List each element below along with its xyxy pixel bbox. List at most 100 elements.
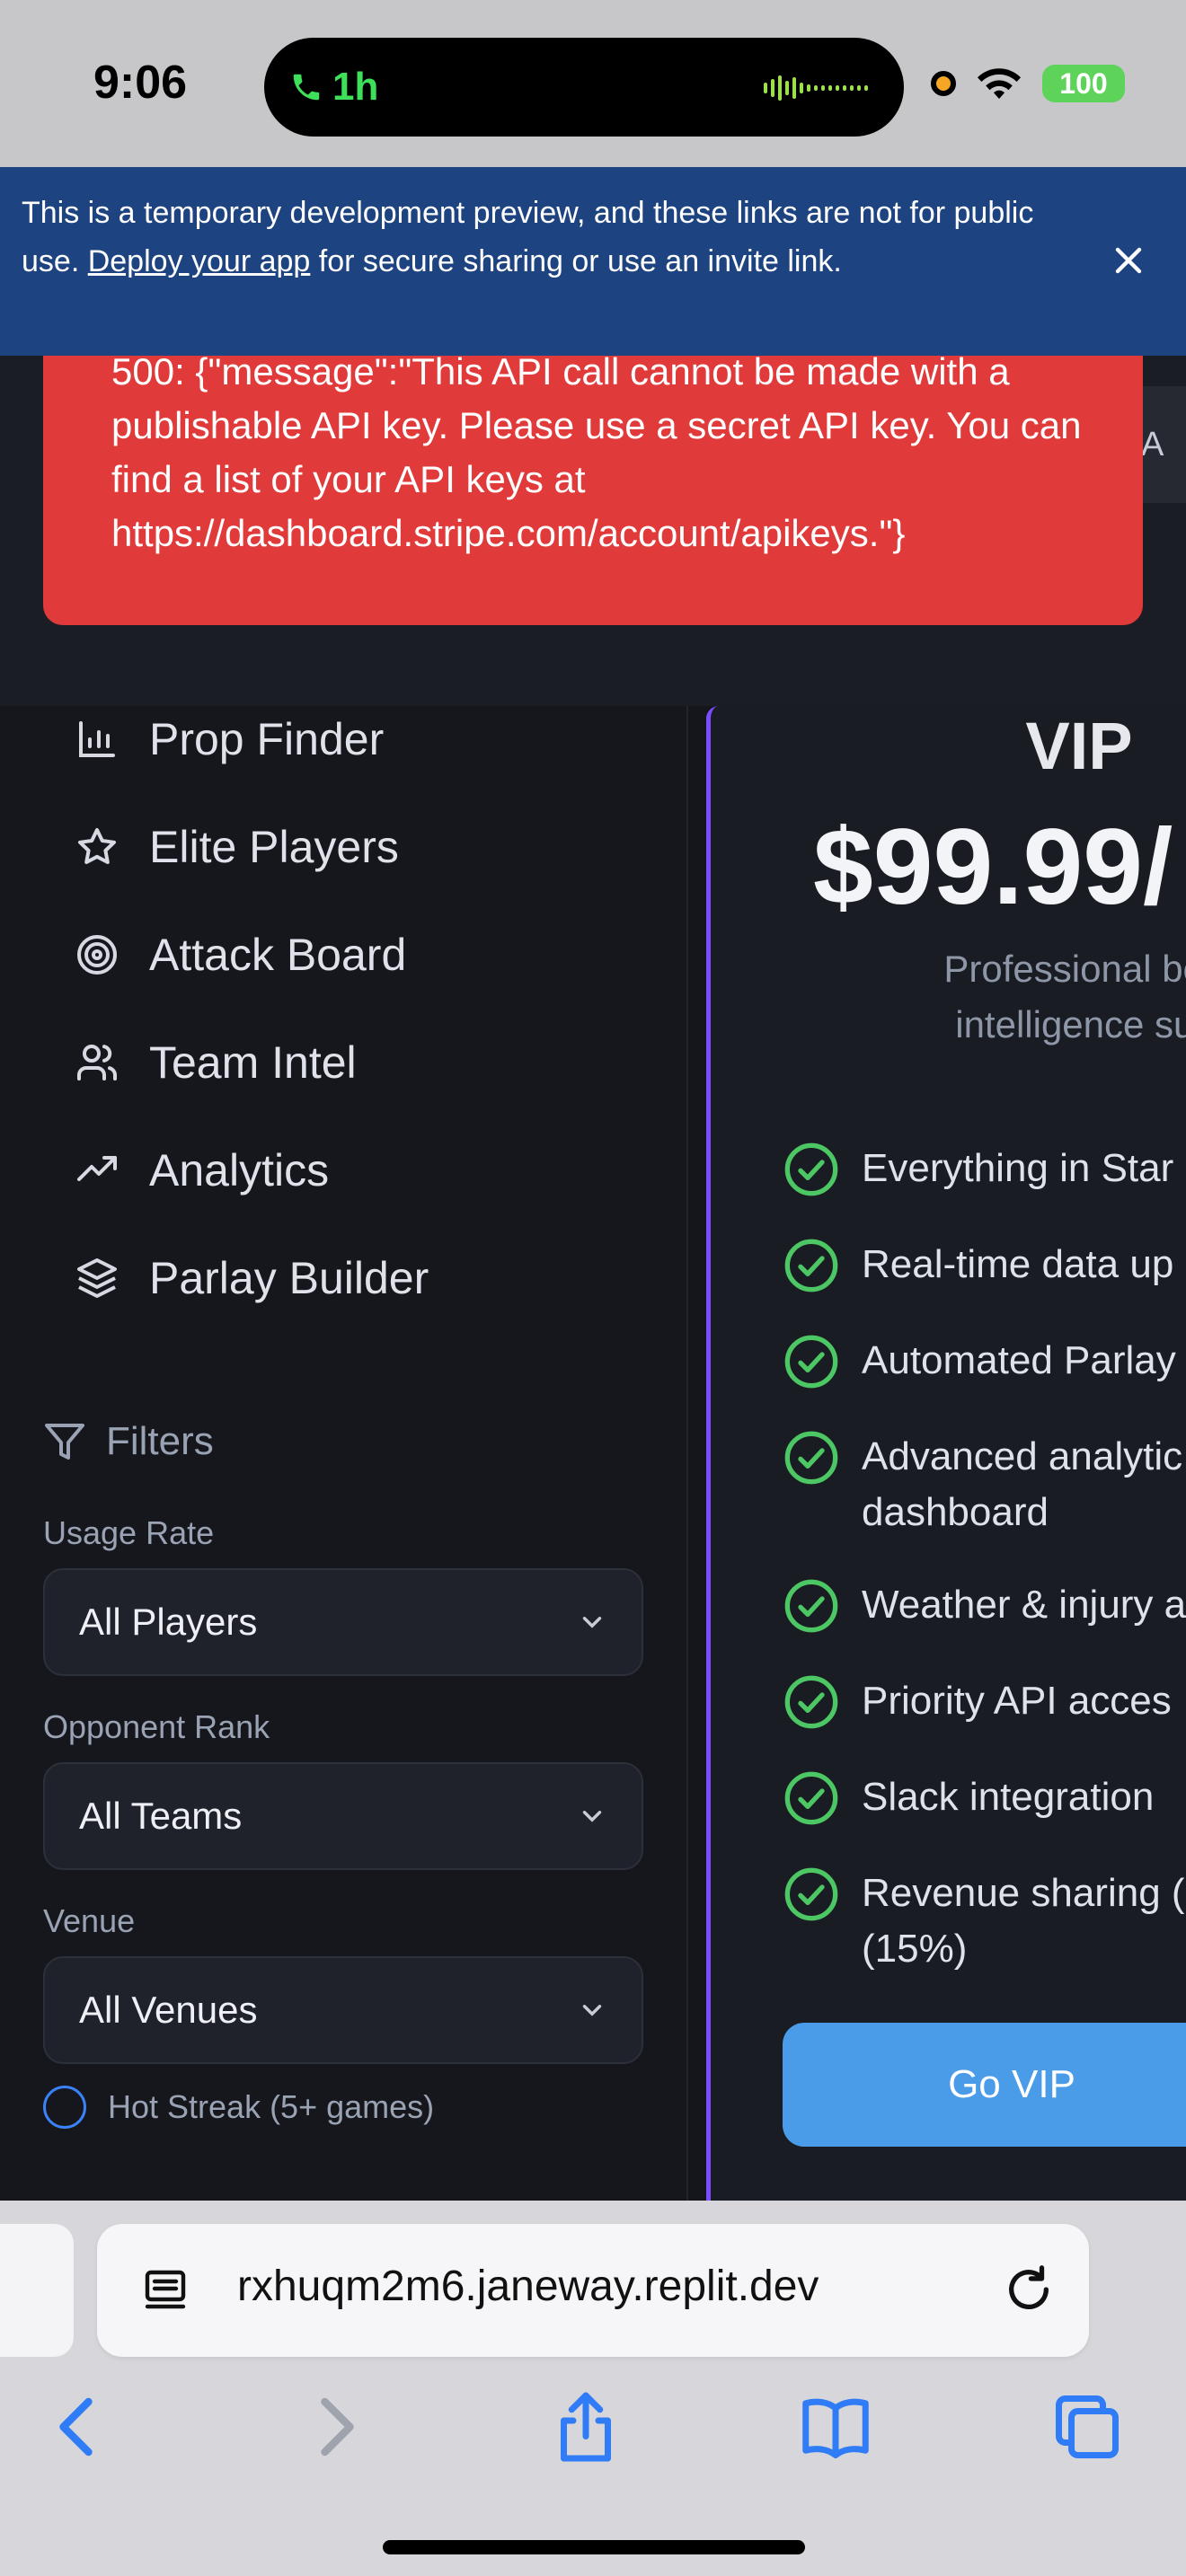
address-bar[interactable]: rxhuqm2m6.janeway.replit.dev xyxy=(97,2224,1089,2357)
deploy-link[interactable]: Deploy your app xyxy=(88,244,311,278)
error-toast: 500: {"message":"This API call cannot be… xyxy=(43,323,1143,625)
nav-label: Attack Board xyxy=(149,930,407,980)
select-value: All Players xyxy=(79,1601,258,1643)
nav-label: Analytics xyxy=(149,1145,330,1195)
browser-toolbar: rxhuqm2m6.janeway.replit.dev xyxy=(0,2201,1186,2576)
check-circle-icon xyxy=(784,1675,838,1729)
filters-label: Filters xyxy=(106,1419,214,1463)
feature-text-line: dashboard xyxy=(862,1490,1049,1534)
feature-text-line: Advanced analytic xyxy=(862,1434,1183,1478)
check-circle-icon xyxy=(784,1335,838,1389)
audio-waveform-icon xyxy=(764,75,868,101)
usage-rate-label: Usage Rate xyxy=(43,1514,215,1551)
battery-indicator: 100 xyxy=(1042,65,1125,102)
check-circle-icon xyxy=(784,1239,838,1292)
nav-item-analytics[interactable]: Analytics xyxy=(75,1144,329,1196)
feature-item: Priority API acces xyxy=(783,1673,1172,1731)
nav-label: Parlay Builder xyxy=(149,1253,429,1303)
go-vip-button[interactable]: Go VIP xyxy=(783,2023,1186,2147)
select-value: All Teams xyxy=(79,1795,243,1837)
forward-arrow-icon[interactable] xyxy=(296,2389,372,2465)
hot-streak-label: Hot Streak (5+ games) xyxy=(108,2088,435,2125)
vip-plan-card: VIP $99.99/ Professional bet intelligenc… xyxy=(706,706,1186,2202)
bookmarks-icon[interactable] xyxy=(798,2389,873,2465)
share-icon[interactable] xyxy=(548,2389,624,2465)
plan-title: VIP xyxy=(1025,709,1133,783)
mic-in-use-icon xyxy=(931,71,956,96)
dynamic-island[interactable]: 1h xyxy=(264,38,904,137)
nav-item-parlay-builder[interactable]: Parlay Builder xyxy=(75,1252,429,1304)
nav-label: Prop Finder xyxy=(149,714,385,764)
check-circle-icon xyxy=(784,1771,838,1825)
page-menu-icon[interactable] xyxy=(140,2265,190,2316)
feature-item: Slack integration xyxy=(783,1769,1154,1827)
filters-heading: Filters xyxy=(43,1419,214,1464)
feature-item: Advanced analytic dashboard xyxy=(783,1429,1182,1540)
reload-icon[interactable] xyxy=(1003,2263,1055,2316)
nav-label: Elite Players xyxy=(149,822,399,872)
feature-text: Revenue sharing ( (15%) xyxy=(862,1866,1185,1977)
check-circle-icon xyxy=(784,1867,838,1921)
call-duration: 1h xyxy=(332,65,379,109)
feature-text: Everything in Star xyxy=(862,1146,1174,1190)
opponent-rank-select[interactable]: All Teams xyxy=(43,1762,643,1870)
call-indicator[interactable]: 1h xyxy=(289,65,378,110)
nav-item-prop-finder[interactable]: Prop Finder xyxy=(75,713,384,765)
back-arrow-icon[interactable] xyxy=(41,2389,117,2465)
nav-item-team-intel[interactable]: Team Intel xyxy=(75,1037,357,1089)
nav-item-elite-players[interactable]: Elite Players xyxy=(75,821,399,873)
feature-item: Real-time data up xyxy=(783,1237,1173,1294)
target-icon xyxy=(77,935,117,975)
chevron-down-icon xyxy=(582,2005,602,2016)
check-circle-icon xyxy=(784,1579,838,1633)
home-indicator[interactable] xyxy=(383,2540,805,2554)
previous-tab-preview[interactable] xyxy=(0,2224,74,2357)
users-icon xyxy=(77,1045,118,1081)
plan-description: Professional bet intelligence sui xyxy=(711,941,1186,1053)
dev-preview-banner: This is a temporary development preview,… xyxy=(0,167,1186,356)
layers-icon xyxy=(77,1258,117,1298)
check-circle-icon xyxy=(784,1431,838,1485)
close-icon[interactable] xyxy=(1111,243,1146,278)
hot-streak-option[interactable]: Hot Streak (5+ games) xyxy=(43,2086,434,2129)
plan-description-line: Professional bet xyxy=(943,948,1186,990)
nav-item-attack-board[interactable]: Attack Board xyxy=(75,929,406,981)
check-circle-icon xyxy=(784,1142,838,1196)
feature-text: Real-time data up xyxy=(862,1242,1174,1286)
clock: 9:06 xyxy=(93,57,188,109)
feature-item: Weather & injury a xyxy=(783,1577,1186,1635)
system-icons: 100 xyxy=(931,65,1125,102)
feature-text: Advanced analytic dashboard xyxy=(862,1429,1182,1540)
bar-chart-icon xyxy=(79,721,115,757)
trending-up-icon xyxy=(77,1156,117,1181)
venue-select[interactable]: All Venues xyxy=(43,1956,643,2064)
plan-description-line: intelligence sui xyxy=(955,1003,1186,1045)
chevron-down-icon xyxy=(582,1811,602,1822)
feature-text: Slack integration xyxy=(862,1775,1155,1819)
filter-icon xyxy=(45,1424,84,1460)
error-message: 500: {"message":"This API call cannot be… xyxy=(111,350,1082,554)
banner-text-after: for secure sharing or use an invite link… xyxy=(310,244,842,278)
chevron-down-icon xyxy=(582,1617,602,1628)
usage-rate-select[interactable]: All Players xyxy=(43,1568,643,1676)
feature-item: Automated Parlay xyxy=(783,1333,1176,1390)
feature-text-line: (15%) xyxy=(862,1927,968,1971)
url-text[interactable]: rxhuqm2m6.janeway.replit.dev xyxy=(237,2262,819,2311)
feature-item: Revenue sharing ( (15%) xyxy=(783,1866,1185,1977)
plan-price: $99.99/ xyxy=(813,807,1173,927)
venue-label: Venue xyxy=(43,1902,136,1939)
feature-text-line: Revenue sharing ( xyxy=(862,1871,1185,1915)
hot-streak-checkbox[interactable] xyxy=(43,2086,86,2129)
star-icon xyxy=(78,828,116,864)
feature-text: Priority API acces xyxy=(862,1679,1172,1723)
tabs-icon[interactable] xyxy=(1049,2389,1125,2465)
status-bar: 9:06 1h 100 xyxy=(0,0,1186,167)
feature-text: Weather & injury a xyxy=(862,1583,1186,1627)
opponent-rank-label: Opponent Rank xyxy=(43,1708,270,1745)
wifi-icon xyxy=(978,68,1021,99)
nav-label: Team Intel xyxy=(149,1037,357,1088)
select-value: All Venues xyxy=(79,1989,258,2031)
feature-text: Automated Parlay xyxy=(862,1338,1176,1382)
sidebar: Prop Finder Elite Players Attack Board T… xyxy=(0,706,688,2201)
feature-item: Everything in Star xyxy=(783,1141,1173,1198)
